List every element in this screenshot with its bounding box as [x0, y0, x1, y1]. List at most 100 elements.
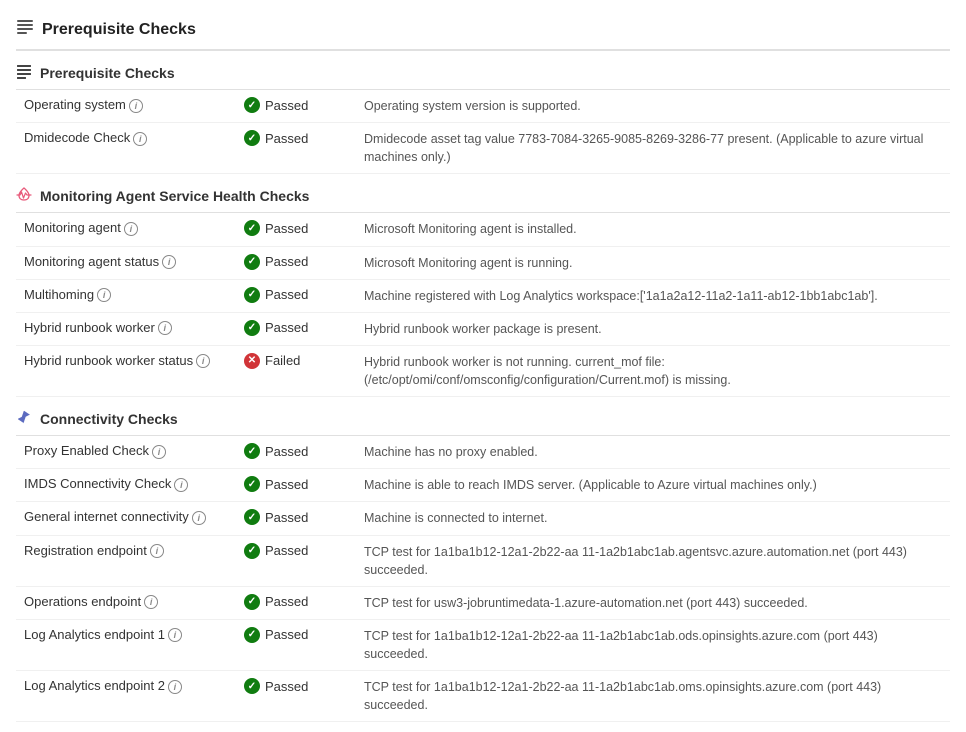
status-text: Passed — [265, 287, 308, 302]
info-icon[interactable]: i — [192, 511, 206, 525]
section-label-monitoring: Monitoring Agent Service Health Checks — [40, 188, 309, 204]
row-name: General internet connectivityi — [16, 502, 236, 535]
info-icon[interactable]: i — [196, 354, 210, 368]
row-description: Machine registered with Log Analytics wo… — [356, 279, 950, 312]
row-status: ✓ Passed — [236, 279, 356, 312]
info-icon[interactable]: i — [97, 288, 111, 302]
table-row: Monitoring agenti ✓Passed Microsoft Monito… — [16, 213, 950, 246]
row-status: ✓Passed — [236, 246, 356, 279]
row-status: ✓ Passed — [236, 312, 356, 345]
info-icon[interactable]: i — [144, 595, 158, 609]
row-name-text: Dmidecode Check — [24, 130, 130, 145]
status-text: Passed — [265, 320, 308, 335]
status-text: Passed — [265, 679, 308, 694]
info-icon[interactable]: i — [150, 544, 164, 558]
row-name-text: Proxy Enabled Check — [24, 443, 149, 458]
row-description: Machine is able to reach IMDS server. (A… — [356, 469, 950, 502]
info-icon[interactable]: i — [124, 222, 138, 236]
section-icon-connectivity — [16, 409, 32, 429]
section-icon-prereq — [16, 63, 32, 83]
main-container: Prerequisite Checks Prerequisite Checks O… — [0, 0, 966, 732]
table-row: Operations endpointi✓PassedTCP test for … — [16, 586, 950, 619]
row-status: ✓ Passed — [236, 502, 356, 535]
passed-icon: ✓ — [244, 476, 260, 492]
info-icon[interactable]: i — [133, 132, 147, 146]
info-icon[interactable]: i — [168, 680, 182, 694]
page-title-icon — [16, 18, 34, 41]
row-name: Log Analytics endpoint 2i — [16, 671, 236, 722]
status-text: Passed — [265, 510, 308, 525]
passed-icon: ✓ — [244, 543, 260, 559]
row-status: ✓Passed — [236, 619, 356, 670]
row-name: Monitoring agenti — [16, 213, 236, 246]
info-icon[interactable]: i — [162, 255, 176, 269]
table-row: Dmidecode Checki ✓ Passed Dmidecode asset t… — [16, 123, 950, 174]
status-passed: ✓Passed — [244, 220, 348, 236]
row-name-text: Monitoring agent status — [24, 254, 159, 269]
row-status: ✓Passed — [236, 535, 356, 586]
status-text: Passed — [265, 477, 308, 492]
row-status: ✓ Passed — [236, 123, 356, 174]
table-row: General internet connectivityi✓PassedMac… — [16, 502, 950, 535]
row-status: ✓ Passed — [236, 436, 356, 469]
section-monitoring: Monitoring Agent Service Health Checks Mo… — [16, 178, 950, 397]
status-text: Passed — [265, 98, 308, 113]
row-name-text: Monitoring agent — [24, 220, 121, 235]
row-name: Multihomingi — [16, 279, 236, 312]
passed-icon: ✓ — [244, 130, 260, 146]
section-icon-monitoring — [16, 186, 32, 206]
passed-icon: ✓ — [244, 97, 260, 113]
info-icon[interactable]: i — [129, 99, 143, 113]
row-description: Microsoft Monitoring agent is installed. — [356, 213, 950, 246]
row-description: Dmidecode asset tag value 7783-7084-3265… — [356, 123, 950, 174]
status-text: Failed — [265, 353, 300, 368]
passed-icon: ✓ — [244, 678, 260, 694]
table-connectivity: Proxy Enabled Checki✓PassedMachine has n… — [16, 436, 950, 722]
row-status: ✓ Passed — [236, 90, 356, 123]
info-icon[interactable]: i — [152, 445, 166, 459]
status-passed: ✓Passed — [244, 254, 348, 270]
status-passed: ✓Passed — [244, 543, 348, 559]
section-label-prereq: Prerequisite Checks — [40, 65, 175, 81]
section-prereq: Prerequisite ChecksOperating systemi✓Pas… — [16, 55, 950, 174]
passed-icon: ✓ — [244, 287, 260, 303]
row-description: TCP test for 1a1ba1b12-12a1-2b22-aa 11-1… — [356, 535, 950, 586]
passed-icon: ✓ — [244, 320, 260, 336]
table-row: Proxy Enabled Checki✓PassedMachine has n… — [16, 436, 950, 469]
status-passed: ✓Passed — [244, 627, 348, 643]
table-row: Log Analytics endpoint 2i✓PassedTCP test… — [16, 671, 950, 722]
row-description: TCP test for 1a1ba1b12-12a1-2b22-aa 11-1… — [356, 619, 950, 670]
info-icon[interactable]: i — [174, 478, 188, 492]
page-title-bar: Prerequisite Checks — [16, 8, 950, 51]
section-header-prereq: Prerequisite Checks — [16, 55, 950, 90]
status-passed: ✓Passed — [244, 594, 348, 610]
info-icon[interactable]: i — [168, 628, 182, 642]
row-status: ✓Passed — [236, 213, 356, 246]
table-row: Hybrid runbook workeri ✓ Passed Hybrid runb… — [16, 312, 950, 345]
status-passed: ✓ Passed — [244, 287, 348, 303]
row-name: Registration endpointi — [16, 535, 236, 586]
status-text: Passed — [265, 131, 308, 146]
row-name-text: Log Analytics endpoint 2 — [24, 678, 165, 693]
row-name-text: General internet connectivity — [24, 509, 189, 524]
row-name: Hybrid runbook workeri — [16, 312, 236, 345]
status-text: Passed — [265, 444, 308, 459]
table-row: IMDS Connectivity Checki ✓ Passed Machine i… — [16, 469, 950, 502]
row-description: Operating system version is supported. — [356, 90, 950, 123]
row-name-text: IMDS Connectivity Check — [24, 476, 171, 491]
passed-icon: ✓ — [244, 509, 260, 525]
row-name: IMDS Connectivity Checki — [16, 469, 236, 502]
table-prereq: Operating systemi✓PassedOperating system… — [16, 90, 950, 174]
row-status: ✕Failed — [236, 345, 356, 396]
section-header-connectivity: Connectivity Checks — [16, 401, 950, 436]
info-icon[interactable]: i — [158, 321, 172, 335]
table-row: Multihomingi ✓ Passed Machine registered wi… — [16, 279, 950, 312]
sections-container: Prerequisite ChecksOperating systemi✓Pas… — [16, 55, 950, 722]
table-row: Registration endpointi ✓Passed TCP test fo… — [16, 535, 950, 586]
status-passed: ✓ Passed — [244, 320, 348, 336]
row-description: Hybrid runbook worker is not running. cu… — [356, 345, 950, 396]
passed-icon: ✓ — [244, 220, 260, 236]
passed-icon: ✓ — [244, 443, 260, 459]
status-text: Passed — [265, 254, 308, 269]
row-name-text: Hybrid runbook worker — [24, 320, 155, 335]
